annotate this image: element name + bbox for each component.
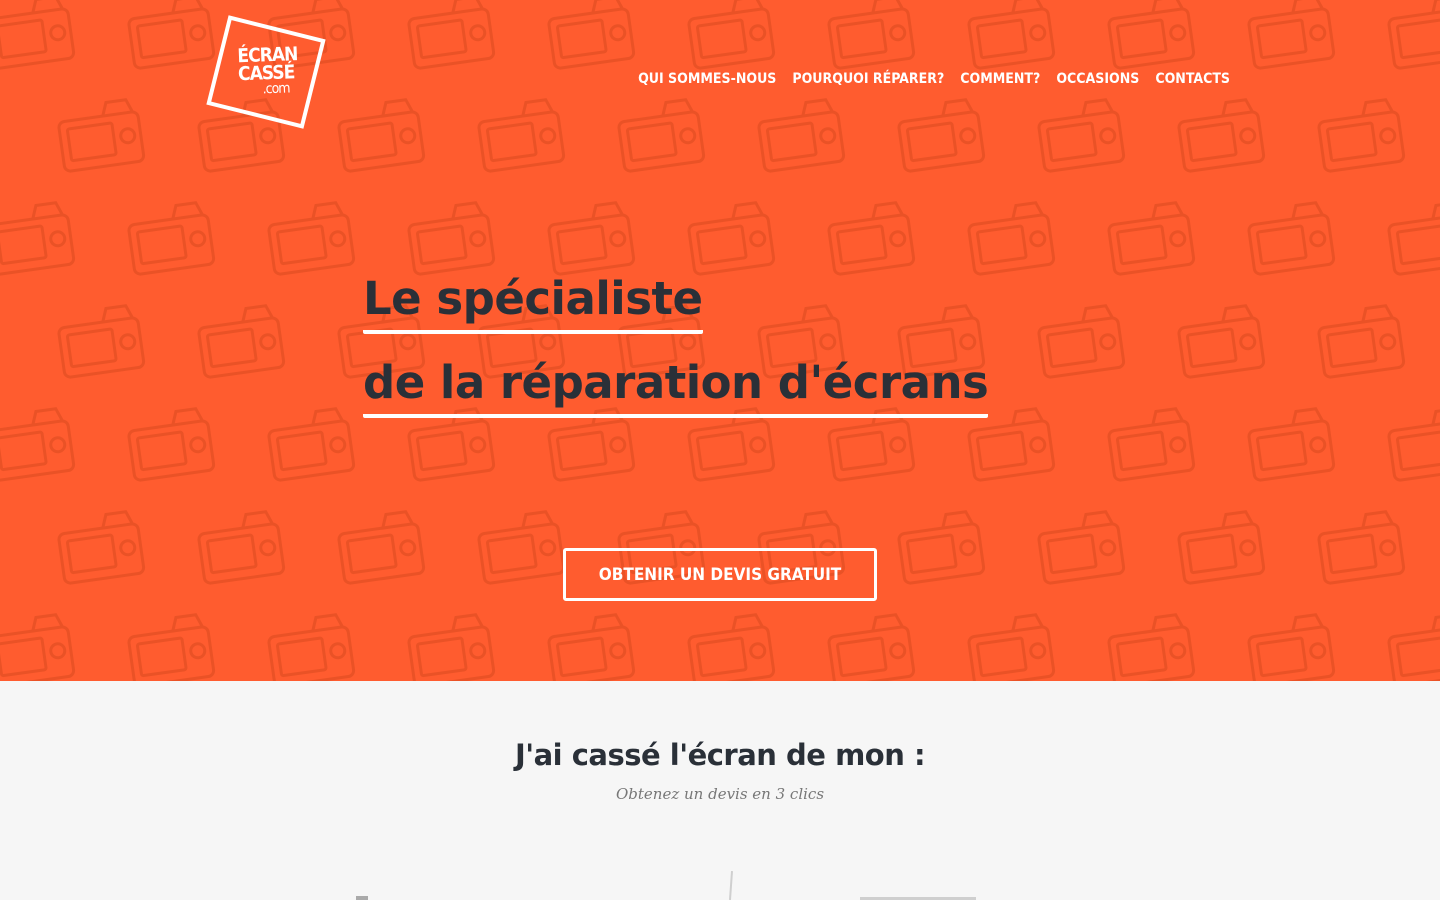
camera-icon	[967, 201, 1056, 276]
camera-icon	[57, 304, 146, 379]
nav-link-contacts[interactable]: CONTACTS	[1155, 71, 1230, 87]
camera-icon	[617, 98, 706, 173]
camera-icon	[687, 613, 776, 681]
camera-icon	[127, 201, 216, 276]
camera-icon	[407, 201, 496, 276]
camera-icon	[1317, 510, 1406, 585]
camera-icon	[1387, 407, 1440, 482]
camera-icon	[127, 0, 216, 70]
camera-icon	[197, 304, 286, 379]
camera-icon	[757, 98, 846, 173]
camera-icon	[1247, 613, 1336, 681]
camera-icon	[1387, 613, 1440, 681]
camera-icon	[1177, 304, 1266, 379]
camera-icon	[57, 98, 146, 173]
camera-icon	[1107, 407, 1196, 482]
camera-icon	[1107, 0, 1196, 70]
camera-icon	[1387, 0, 1440, 70]
camera-icon	[57, 510, 146, 585]
camera-icon	[1247, 201, 1336, 276]
get-free-quote-button[interactable]: OBTENIR UN DEVIS GRATUIT	[563, 548, 877, 601]
camera-icon	[827, 201, 916, 276]
camera-icon	[127, 613, 216, 681]
camera-icon	[337, 98, 426, 173]
section-title: J'ai cassé l'écran de mon :	[514, 738, 926, 772]
camera-icon	[687, 0, 776, 70]
camera-icon	[1387, 201, 1440, 276]
site-logo[interactable]: ÉCRAN CASSÉ .com	[206, 15, 332, 140]
camera-icon	[267, 407, 356, 482]
camera-icon	[547, 201, 636, 276]
camera-icon	[1317, 98, 1406, 173]
camera-icon	[197, 510, 286, 585]
nav-link-comment[interactable]: COMMENT?	[960, 71, 1040, 87]
camera-icon	[407, 0, 496, 70]
camera-icon	[547, 613, 636, 681]
hero-section: ÉCRAN CASSÉ .com QUI SOMMES-NOUS POURQUO…	[0, 0, 1440, 681]
headline-line-2: de la réparation d'écrans	[363, 354, 989, 418]
camera-icon	[827, 613, 916, 681]
camera-icon	[477, 98, 566, 173]
camera-icon	[1247, 0, 1336, 70]
camera-icon	[967, 613, 1056, 681]
camera-icon	[1107, 613, 1196, 681]
camera-icon	[1037, 510, 1126, 585]
nav-link-qui-sommes-nous[interactable]: QUI SOMMES-NOUS	[638, 71, 776, 87]
camera-icon	[1177, 98, 1266, 173]
camera-icon	[267, 201, 356, 276]
camera-icon	[267, 613, 356, 681]
camera-icon	[337, 510, 426, 585]
main-nav: QUI SOMMES-NOUS POURQUOI RÉPARER? COMMEN…	[638, 71, 1230, 87]
camera-icon	[1247, 407, 1336, 482]
nav-link-pourquoi-reparer[interactable]: POURQUOI RÉPARER?	[792, 71, 944, 87]
camera-icon	[407, 613, 496, 681]
camera-icon	[477, 510, 566, 585]
camera-icon	[127, 407, 216, 482]
camera-icon	[547, 0, 636, 70]
category-divider	[728, 870, 734, 900]
headline-line-1: Le spécialiste	[363, 270, 703, 334]
camera-icon	[897, 510, 986, 585]
hero-headline: Le spécialiste de la réparation d'écrans	[363, 270, 989, 438]
camera-icon	[687, 201, 776, 276]
camera-icon	[967, 0, 1056, 70]
camera-icon	[827, 0, 916, 70]
camera-icon	[0, 407, 76, 482]
camera-icon	[0, 613, 76, 681]
camera-icon	[1037, 304, 1126, 379]
logo-text: ÉCRAN CASSÉ .com	[237, 43, 309, 98]
camera-icon	[1037, 98, 1126, 173]
camera-icon	[897, 98, 986, 173]
camera-icon	[0, 0, 76, 70]
camera-icon	[1317, 304, 1406, 379]
logo-line-3: .com	[262, 80, 290, 98]
category-item-partial-left	[356, 896, 368, 900]
camera-icon	[1177, 510, 1266, 585]
section-subtitle: Obtenez un devis en 3 clics	[615, 785, 825, 803]
camera-icon	[1107, 201, 1196, 276]
camera-icon	[0, 201, 76, 276]
nav-link-occasions[interactable]: OCCASIONS	[1056, 71, 1139, 87]
